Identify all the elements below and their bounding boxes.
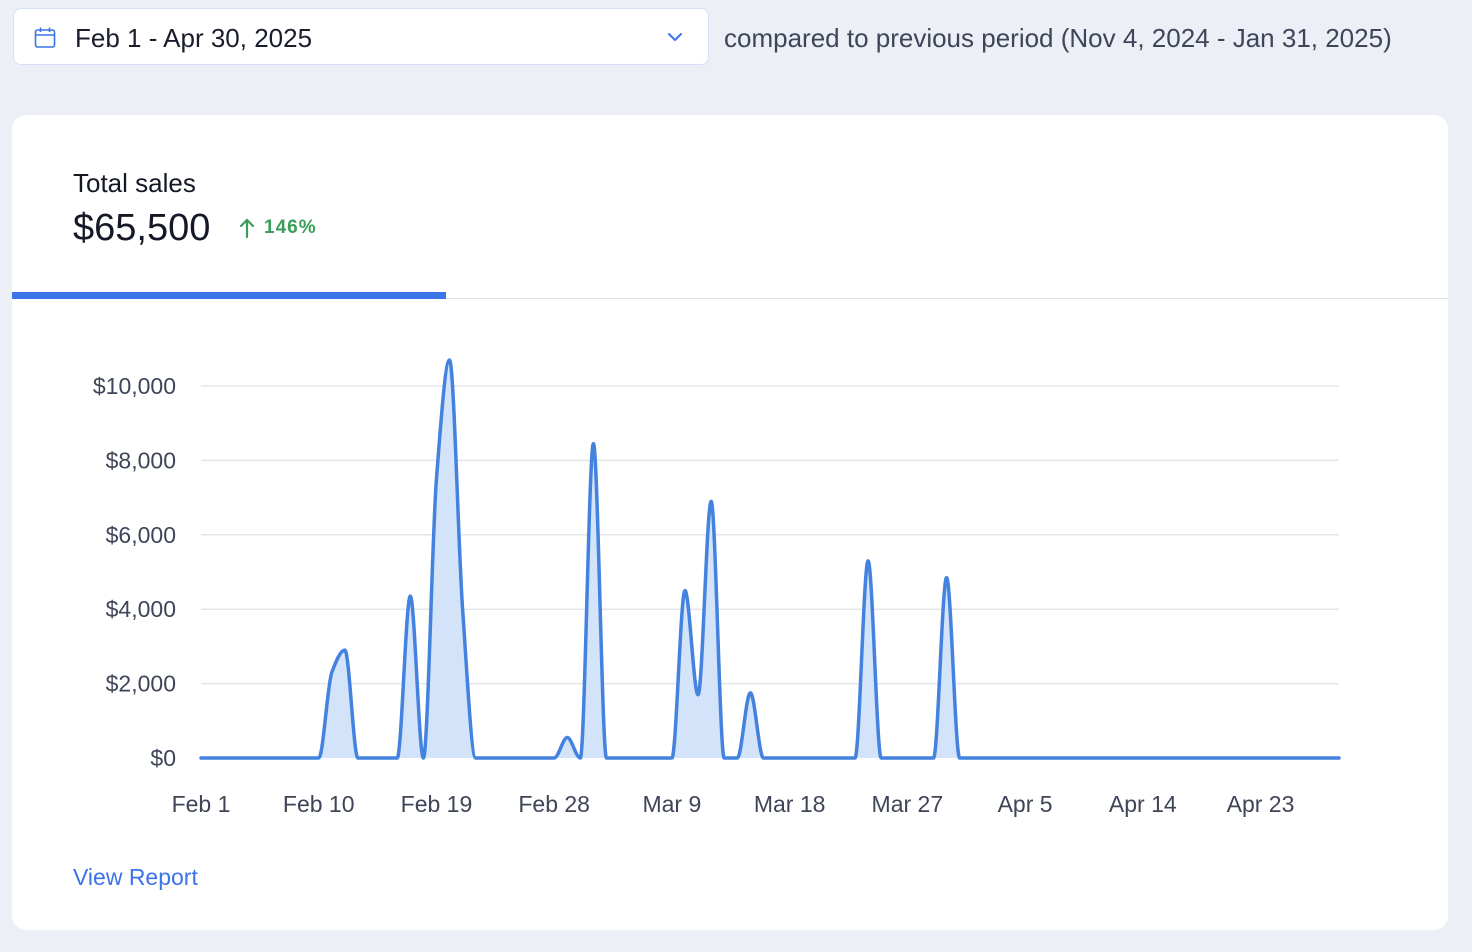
- x-tick-label: Mar 18: [754, 791, 826, 817]
- y-tick-label: $2,000: [106, 671, 176, 697]
- x-axis-ticks: Feb 1 Feb 10 Feb 19 Feb 28 Mar 9 Mar 18 Mar 27…: [172, 791, 1295, 817]
- y-axis-ticks: $0 $2,000 $4,000 $6,000 $8,000 $10,000: [93, 373, 176, 771]
- view-report-link[interactable]: View Report: [73, 862, 198, 892]
- comparison-period-text: compared to previous period (Nov 4, 2024…: [724, 23, 1392, 53]
- x-tick-label: Apr 23: [1227, 791, 1295, 817]
- calendar-icon: [34, 27, 56, 48]
- x-tick-label: Feb 19: [401, 791, 473, 817]
- x-tick-label: Apr 14: [1109, 791, 1177, 817]
- x-tick-label: Apr 5: [998, 791, 1053, 817]
- y-tick-label: $0: [150, 745, 176, 771]
- y-tick-label: $10,000: [93, 373, 176, 399]
- x-tick-label: Mar 9: [642, 791, 701, 817]
- y-tick-label: $6,000: [106, 522, 176, 548]
- sales-chart: $0$2,000$4,000$6,000$8,000$10,000 Feb 1F…: [93, 358, 1341, 817]
- x-tick-label: Feb 1: [172, 791, 231, 817]
- x-tick-label: Feb 10: [283, 791, 355, 817]
- sales-area: [201, 359, 1339, 758]
- y-tick-label: $4,000: [106, 596, 176, 622]
- date-range-label: Feb 1 - Apr 30, 2025: [75, 23, 313, 53]
- x-tick-label: Feb 28: [518, 791, 590, 817]
- sales-card: Total sales $65,500 146% $0 $2,000 $4,000 $…: [12, 115, 1448, 930]
- grid-lines: [201, 385, 1339, 685]
- x-tick-label: Mar 27: [872, 791, 944, 817]
- date-range-picker[interactable]: Feb 1 - Apr 30, 2025: [13, 8, 709, 65]
- y-tick-label: $8,000: [106, 447, 176, 473]
- chevron-down-icon[interactable]: [664, 26, 686, 48]
- sales-line: [199, 358, 1341, 760]
